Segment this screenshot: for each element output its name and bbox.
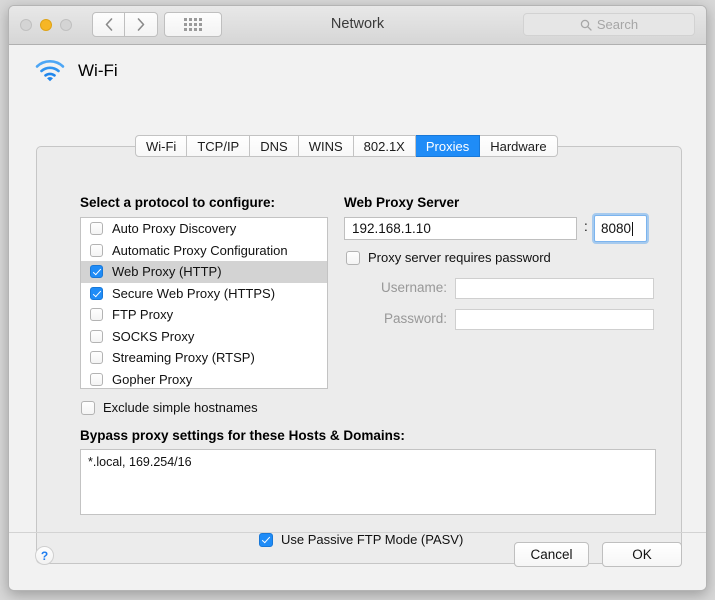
window-content: Wi-Fi Wi-Fi TCP/IP DNS WINS 802.1X Proxi… [9, 45, 706, 590]
window-titlebar: Network Search [9, 6, 706, 45]
protocol-checkbox[interactable] [90, 308, 103, 322]
protocols-heading: Select a protocol to configure: [80, 195, 276, 210]
protocol-checkbox[interactable] [90, 372, 103, 386]
interface-header: Wi-Fi [34, 59, 118, 83]
list-item-label: Automatic Proxy Configuration [112, 242, 288, 258]
interface-name: Wi-Fi [78, 61, 118, 80]
list-item[interactable]: SOCKS Proxy [81, 326, 327, 348]
list-item-label: Streaming Proxy (RTSP) [112, 350, 255, 366]
web-proxy-server-heading: Web Proxy Server [344, 195, 460, 210]
protocol-checkbox[interactable] [90, 243, 103, 257]
exclude-simple-hostnames-checkbox[interactable] [81, 400, 95, 415]
requires-password-label: Proxy server requires password [368, 250, 551, 265]
list-item-label: Auto Proxy Discovery [112, 221, 237, 237]
list-item-label: Web Proxy (HTTP) [112, 264, 222, 280]
host-port-separator: : [584, 219, 588, 234]
tab-wifi[interactable]: Wi-Fi [135, 135, 188, 157]
list-item-label: FTP Proxy [112, 307, 174, 323]
list-item-label: Secure Web Proxy (HTTPS) [112, 285, 276, 301]
proxy-port-input[interactable]: 8080 [594, 215, 647, 242]
username-field[interactable] [455, 278, 654, 299]
tab-hardware[interactable]: Hardware [480, 135, 558, 157]
list-item[interactable]: Auto Proxy Discovery [81, 218, 327, 240]
password-field[interactable] [455, 309, 654, 330]
list-item-label: Gopher Proxy [112, 371, 193, 387]
ok-button[interactable]: OK [602, 542, 682, 567]
tab-dns[interactable]: DNS [250, 135, 299, 157]
list-item[interactable]: Secure Web Proxy (HTTPS) [81, 283, 327, 305]
bypass-heading: Bypass proxy settings for these Hosts & … [80, 428, 405, 443]
bypass-textarea[interactable]: *.local, 169.254/16 [80, 449, 656, 515]
proxies-panel: Select a protocol to configure: Auto Pro… [36, 146, 682, 564]
tab-bar: Wi-Fi TCP/IP DNS WINS 802.1X Proxies Har… [135, 135, 558, 157]
tab-wins[interactable]: WINS [298, 135, 354, 157]
protocol-checkbox[interactable] [90, 329, 103, 343]
protocol-checkbox[interactable] [90, 222, 103, 236]
footer-divider [9, 532, 706, 533]
list-item[interactable]: Automatic Proxy Configuration [81, 240, 327, 262]
password-label: Password: [383, 311, 447, 326]
network-preferences-window: Network Search Wi-Fi Wi-Fi TCP/IP DNS WI… [8, 5, 707, 591]
list-item[interactable]: FTP Proxy [81, 304, 327, 326]
protocol-checkbox[interactable] [90, 265, 103, 279]
search-input[interactable]: Search [523, 13, 695, 36]
tab-8021x[interactable]: 802.1X [353, 135, 416, 157]
tab-tcpip[interactable]: TCP/IP [187, 135, 251, 157]
proxy-host-input[interactable]: 192.168.1.10 [344, 217, 577, 240]
list-item[interactable]: Gopher Proxy [81, 369, 327, 389]
exclude-simple-hostnames-label: Exclude simple hostnames [103, 400, 258, 415]
search-placeholder: Search [596, 17, 639, 32]
text-caret [632, 221, 634, 236]
list-item-label: SOCKS Proxy [112, 328, 195, 344]
tab-proxies[interactable]: Proxies [415, 135, 481, 157]
wifi-icon [35, 60, 65, 82]
list-item[interactable]: Streaming Proxy (RTSP) [81, 347, 327, 369]
dialog-footer: ? Cancel OK [9, 532, 706, 590]
cancel-button[interactable]: Cancel [514, 542, 589, 567]
username-label: Username: [380, 280, 447, 295]
requires-password-row[interactable]: Proxy server requires password [346, 250, 551, 265]
protocol-checkbox[interactable] [90, 286, 103, 300]
requires-password-checkbox[interactable] [346, 250, 360, 265]
proxy-port-value: 8080 [601, 221, 632, 236]
help-button[interactable]: ? [35, 546, 54, 565]
exclude-simple-hostnames-row[interactable]: Exclude simple hostnames [81, 400, 258, 415]
protocol-list[interactable]: Auto Proxy Discovery Automatic Proxy Con… [80, 217, 328, 389]
search-icon [580, 19, 592, 31]
list-item[interactable]: Web Proxy (HTTP) [81, 261, 327, 283]
protocol-checkbox[interactable] [90, 351, 103, 365]
